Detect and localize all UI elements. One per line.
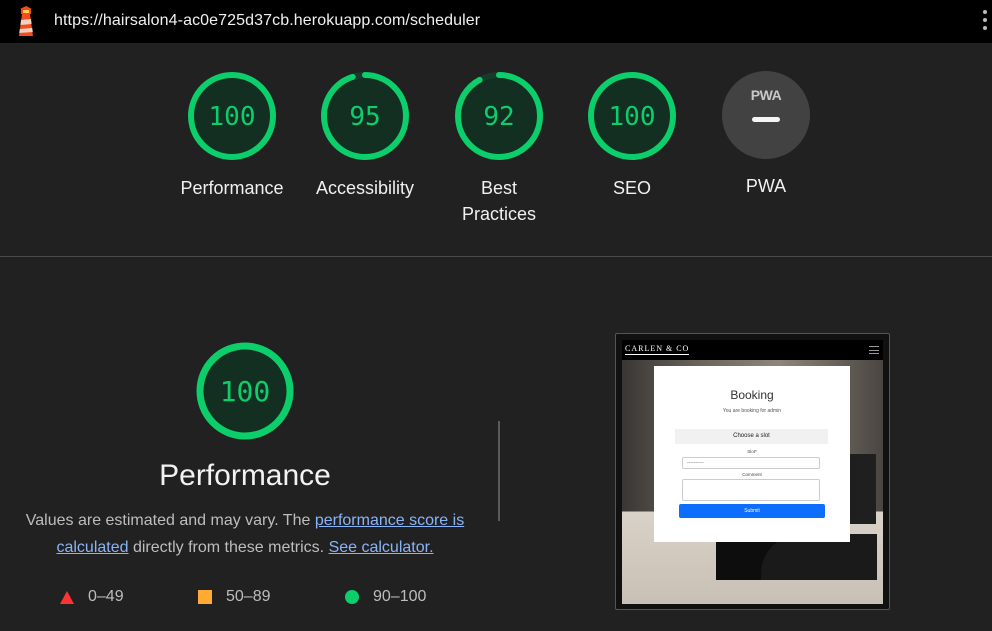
legend-pass: 90–100 — [345, 588, 426, 606]
lighthouse-icon — [19, 6, 33, 36]
gauge-accessibility[interactable]: 95 Accessibility — [290, 71, 440, 201]
gauge-label-line1: Best — [480, 178, 518, 198]
comment-textarea — [682, 479, 820, 501]
gauge-ring: 100 — [188, 72, 276, 160]
screenshot-booking-card: Booking You are booking for admin Choose… — [654, 366, 850, 542]
gauge-ring: 92 — [455, 72, 543, 160]
page-url[interactable]: https://hairsalon4-ac0e725d37cb.herokuap… — [54, 12, 480, 30]
gauge-ring: 100 — [588, 72, 676, 160]
desc-text-2: directly from these metrics. — [128, 539, 329, 556]
pwa-dash-icon — [752, 117, 780, 122]
pwa-badge: PWA — [722, 71, 810, 159]
gauge-seo[interactable]: 100 SEO — [557, 71, 707, 201]
vertical-separator — [498, 421, 500, 521]
legend-range: 50–89 — [226, 588, 271, 605]
screenshot-brand: CARLEN & CO — [625, 344, 690, 355]
score-gauges: 100 Performance 95 Accessibility 92 Best… — [0, 43, 992, 256]
gauge-score: 100 — [609, 102, 656, 132]
gauge-label: Best Practices — [424, 175, 574, 227]
performance-big-gauge: 100 — [196, 342, 294, 440]
gauge-performance[interactable]: 100 Performance — [157, 71, 307, 201]
legend-fail: 0–49 — [60, 588, 124, 606]
booking-subtitle: You are booking for admin — [722, 408, 782, 414]
pwa-badge-text: PWA — [750, 87, 782, 103]
triangle-icon — [60, 590, 74, 604]
gauge-label: Accessibility — [290, 175, 440, 201]
gauge-label-line1: Performance — [180, 178, 284, 198]
gauge-score: 95 — [349, 102, 380, 132]
more-options-icon[interactable] — [980, 8, 990, 34]
gauge-label: SEO — [557, 175, 707, 201]
square-icon — [198, 590, 212, 604]
booking-title: Booking — [730, 388, 774, 402]
performance-score: 100 — [220, 375, 271, 408]
gauge-label-line1: Accessibility — [315, 178, 415, 198]
gauge-score: 100 — [209, 102, 256, 132]
comment-label: Comment — [742, 472, 762, 477]
submit-button: Submit — [679, 504, 825, 518]
desc-text-1: Values are estimated and may vary. The — [25, 512, 315, 529]
see-calculator-link[interactable]: See calculator. — [329, 539, 434, 556]
gauge-label: PWA — [745, 176, 787, 196]
gauge-label-line1: SEO — [612, 178, 651, 198]
performance-description: Values are estimated and may vary. The p… — [20, 507, 470, 561]
url-bar: https://hairsalon4-ac0e725d37cb.herokuap… — [0, 0, 992, 43]
gauge-score: 92 — [483, 102, 514, 132]
performance-section: 100 Performance Values are estimated and… — [0, 257, 992, 631]
gauge-label: Performance — [157, 175, 307, 201]
final-screenshot[interactable]: CARLEN & CO Booking You are booking for … — [615, 333, 890, 610]
performance-title: Performance — [159, 459, 331, 492]
legend-average: 50–89 — [198, 588, 271, 606]
screenshot-chair-back — [846, 454, 876, 524]
gauge-pwa[interactable]: PWA PWA — [691, 71, 841, 199]
screenshot-navbar: CARLEN & CO — [622, 340, 883, 360]
slot-select: ---------- — [682, 457, 820, 469]
gauge-best-practices[interactable]: 92 Best Practices — [424, 71, 574, 227]
circle-icon — [345, 590, 359, 604]
choose-slot-header: Choose a slot — [675, 429, 828, 444]
legend-range: 90–100 — [373, 588, 427, 605]
gauge-ring: 95 — [321, 72, 409, 160]
hamburger-menu-icon — [869, 346, 879, 354]
slot-label: Slot* — [747, 449, 757, 454]
legend-range: 0–49 — [88, 588, 124, 605]
gauge-label-line2: Practices — [461, 204, 537, 224]
